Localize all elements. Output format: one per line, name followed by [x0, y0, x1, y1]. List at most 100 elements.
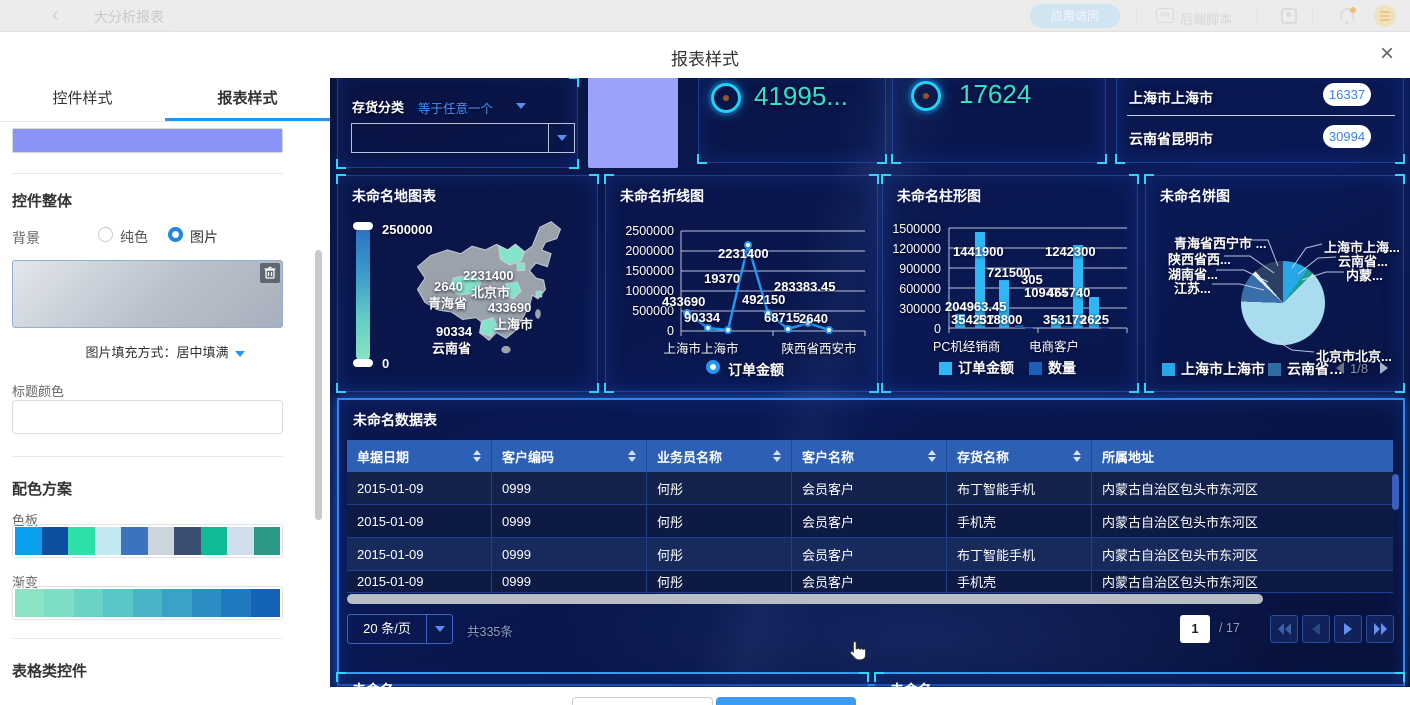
back-icon[interactable]: ‹ [52, 4, 59, 27]
user-avatar[interactable] [1374, 5, 1396, 27]
y-tick: 2500000 [625, 224, 674, 238]
sort-icon[interactable] [1073, 450, 1081, 462]
legend-label[interactable]: 订单金额 [728, 360, 784, 380]
data-table: 单据日期 客户编码 业务员名称 客户名称 存货名称 所属地址 2015-01-0… [347, 440, 1393, 593]
table-row[interactable]: 2015-01-090999何彤会员客户布丁智能手机内蒙古自治区包头市东河区 [347, 472, 1393, 505]
delete-image-icon[interactable] [260, 263, 280, 283]
close-icon[interactable]: × [1380, 42, 1394, 66]
sort-icon[interactable] [773, 450, 781, 462]
next-page-button[interactable] [1334, 615, 1362, 643]
table-section-heading: 表格类控件 [12, 660, 87, 681]
legend-item[interactable]: 上海市上海市 [1162, 359, 1265, 379]
sort-icon[interactable] [473, 450, 481, 462]
legend-item[interactable]: 云南省… [1268, 359, 1343, 379]
map-data-label: 北京市 [471, 282, 510, 301]
ranking-name: 上海市上海市 [1129, 88, 1213, 108]
column-header[interactable]: 所属地址 [1092, 440, 1393, 472]
data-label: 68715 [764, 310, 800, 325]
legend-item[interactable]: 订单金额 [939, 358, 1014, 378]
confirm-button[interactable] [716, 697, 856, 705]
page-input[interactable]: 1 [1180, 615, 1210, 643]
data-label: 2625 [1080, 312, 1109, 327]
pie-pager: 1/8 [1350, 361, 1368, 376]
cancel-button[interactable] [572, 697, 713, 705]
image-radio[interactable] [168, 227, 183, 242]
map-chart-widget[interactable]: 未命名地图表 2500000 0 2231400 北京市 2640 青海省 43… [337, 175, 598, 392]
color-palette[interactable] [12, 524, 283, 558]
report-name[interactable]: 大分析报表 [88, 7, 170, 31]
gauge-widget-1[interactable]: 41995... [698, 78, 886, 163]
gradient-palette[interactable] [12, 586, 283, 620]
solid-color-label[interactable]: 纯色 [120, 227, 148, 247]
id-card-icon[interactable] [1281, 8, 1297, 24]
chart-title: 未命名地图表 [352, 186, 436, 206]
ranking-name: 云南省昆明市 [1129, 129, 1213, 149]
tab-widget-style[interactable]: 控件样式 [0, 78, 165, 121]
backend-script-button[interactable]: 后端脚本 [1180, 9, 1232, 28]
y-tick: 300000 [899, 302, 941, 316]
first-page-button[interactable] [1270, 615, 1298, 643]
data-table-widget[interactable]: 未命名数据表 单据日期 客户编码 业务员名称 客户名称 存货名称 所属地址 20… [337, 398, 1405, 686]
background-image-preview[interactable] [12, 260, 283, 328]
column-header[interactable]: 存货名称 [947, 440, 1092, 472]
mouse-cursor [846, 638, 868, 666]
sort-icon[interactable] [928, 450, 936, 462]
dialog-header: 报表样式 × [0, 32, 1410, 78]
column-header[interactable]: 客户编码 [492, 440, 647, 472]
x-label: 电商客户 [1029, 336, 1079, 355]
last-page-button[interactable] [1366, 615, 1394, 643]
notification-bell-icon[interactable] [1340, 8, 1354, 20]
stub-widget-2[interactable]: 未命名 [875, 672, 1404, 687]
table-row[interactable]: 2015-01-090999何彤会员客户手机壳内蒙古自治区包头市东河区 [347, 571, 1393, 593]
data-label: 2640 [799, 311, 828, 326]
legend-item[interactable]: 数量 [1029, 358, 1076, 378]
y-tick: 1200000 [892, 242, 941, 256]
filter-dropdown-popup[interactable]: 郑州 [588, 78, 678, 168]
pie-chart-widget[interactable]: 未命名饼图 青海省西宁市 ... 陕西省西... 湖南省... 江苏... 上海… [1145, 175, 1404, 392]
horizontal-scrollbar[interactable] [347, 594, 1263, 604]
fill-mode-selector[interactable]: 图片填充方式：居中填满 [0, 342, 330, 361]
title-color-input[interactable] [12, 400, 283, 434]
chart-title: 未命名饼图 [1160, 186, 1230, 206]
solid-color-radio[interactable] [98, 227, 113, 242]
legend-cap [353, 222, 373, 230]
title-color-label: 标题颜色 [12, 381, 64, 400]
vertical-scrollbar[interactable] [1392, 474, 1399, 510]
legend-swatch [939, 362, 952, 375]
caret-down-icon [435, 626, 445, 632]
dropdown-option[interactable]: 郑州 [588, 78, 678, 80]
chart-title: 未命名 [890, 680, 932, 687]
pager-next-icon[interactable] [1380, 362, 1388, 374]
table-row[interactable]: 2015-01-090999何彤会员客户布丁智能手机内蒙古自治区包头市东河区 [347, 538, 1393, 571]
app-access-button[interactable]: 应用访问 [1030, 4, 1120, 28]
data-label: 283383.45 [774, 279, 835, 294]
sidebar-scrollbar[interactable] [315, 250, 322, 520]
pie-callout: 江苏... [1174, 278, 1211, 297]
filter-operator[interactable]: 等于任意一个 [418, 98, 493, 117]
map-data-label: 2640 [434, 279, 463, 294]
pager-prev-icon[interactable] [1336, 362, 1344, 374]
line-chart-widget[interactable]: 未命名折线图 2500000 2000000 1500000 1000000 5… [605, 175, 878, 392]
data-label: 465740 [1047, 285, 1090, 300]
stub-widget-1[interactable]: 未命名 [337, 672, 868, 687]
page-size-select[interactable]: 20 条/页 [347, 614, 453, 644]
gauge-value: 17624 [959, 79, 1031, 110]
ranking-widget[interactable]: 上海市上海市 16337 云南省昆明市 30994 [1116, 78, 1404, 163]
gauge-widget-2[interactable]: 17624 [892, 78, 1106, 163]
table-row[interactable]: 2015-01-090999何彤会员客户手机壳内蒙古自治区包头市东河区 [347, 505, 1393, 538]
sort-icon[interactable] [628, 450, 636, 462]
x-label: PC机经销商 [933, 336, 1000, 355]
color-swatch[interactable] [12, 128, 283, 153]
column-header[interactable]: 业务员名称 [647, 440, 792, 472]
column-header[interactable]: 客户名称 [792, 440, 947, 472]
image-label[interactable]: 图片 [190, 227, 218, 247]
prev-page-button[interactable] [1302, 615, 1330, 643]
tab-report-style[interactable]: 报表样式 [165, 78, 330, 121]
legend-dot-icon[interactable] [706, 360, 720, 374]
filter-widget[interactable]: 存货分类 等于任意一个 [337, 78, 578, 168]
data-label: 19370 [704, 271, 740, 286]
column-header[interactable]: 单据日期 [347, 440, 492, 472]
sidebar-tabs: 控件样式 报表样式 [0, 78, 330, 122]
bar-chart-widget[interactable]: 未命名柱形图 1500000 1200000 900000 600000 300… [882, 175, 1138, 392]
filter-select[interactable] [351, 123, 575, 153]
